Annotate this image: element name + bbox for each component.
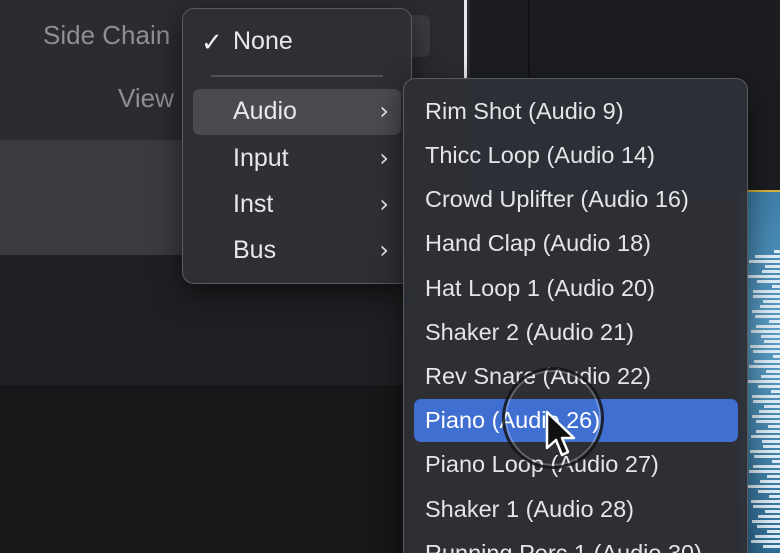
view-label: View <box>118 83 174 113</box>
waveform-bar <box>771 285 780 288</box>
menu-item-none[interactable]: None <box>233 27 293 56</box>
chevron-right-icon: › <box>379 97 389 125</box>
waveform-bar <box>769 320 780 323</box>
playhead-line <box>464 0 467 80</box>
submenu-item[interactable]: Running Perc 1 (Audio 30) <box>425 540 702 553</box>
checkmark-icon: ✓ <box>201 27 223 57</box>
chevron-right-icon: › <box>379 190 389 218</box>
waveform-bar <box>757 385 780 388</box>
waveform-bar <box>750 330 780 333</box>
waveform-bar <box>748 365 780 368</box>
waveform-bar <box>752 295 780 298</box>
waveform-bar <box>764 510 780 513</box>
waveform-bar <box>759 305 780 308</box>
submenu-item[interactable]: Crowd Uplifter (Audio 16) <box>425 186 689 213</box>
waveform-bar <box>763 340 780 343</box>
waveform-bar <box>767 530 780 533</box>
waveform-bar <box>748 380 780 383</box>
waveform-bar <box>762 270 780 273</box>
waveform-bar <box>774 250 780 253</box>
waveform-bar <box>756 325 780 328</box>
waveform-bar <box>752 290 780 293</box>
waveform-bar <box>753 505 780 508</box>
side-chain-menu: ✓ None Audio › Input › Inst › Bus › <box>182 8 412 284</box>
waveform-bar <box>758 410 780 413</box>
waveform-bar <box>765 370 780 373</box>
audio-submenu: Rim Shot (Audio 9) Thicc Loop (Audio 14)… <box>403 78 748 553</box>
waveform-bar <box>762 445 780 448</box>
waveform-bar <box>761 375 780 378</box>
menu-item-inst[interactable]: Inst <box>233 190 273 219</box>
waveform-bar <box>763 405 780 408</box>
waveform-bar <box>752 400 780 403</box>
menu-item-audio-highlight[interactable] <box>193 89 401 135</box>
waveform-bar <box>755 430 780 433</box>
track-divider <box>528 0 530 90</box>
waveform-bar <box>753 350 780 353</box>
waveform-bar <box>752 520 780 523</box>
waveform-bar <box>748 275 780 278</box>
waveform-bar <box>750 345 780 348</box>
waveform-bar <box>754 255 780 258</box>
waveform-bar <box>751 435 780 438</box>
audio-waveform <box>748 250 780 550</box>
menu-item-audio[interactable]: Audio <box>233 97 297 126</box>
submenu-item[interactable]: Rim Shot (Audio 9) <box>425 98 624 125</box>
waveform-bar <box>760 480 780 483</box>
waveform-bar <box>751 540 780 543</box>
waveform-bar <box>766 475 780 478</box>
chevron-right-icon: › <box>379 236 389 264</box>
waveform-bar <box>755 535 780 538</box>
inspector-lower <box>0 385 410 553</box>
waveform-bar <box>763 545 780 548</box>
logic-side-chain-screen: Side Chain View ✓ None Audio › Input › I… <box>0 0 780 553</box>
waveform-bar <box>748 260 780 263</box>
waveform-bar <box>755 315 780 318</box>
waveform-bar <box>762 300 780 303</box>
side-chain-label: Side Chain <box>43 20 171 50</box>
waveform-bar <box>756 525 780 528</box>
submenu-item[interactable]: Shaker 1 (Audio 28) <box>425 496 634 523</box>
chevron-right-icon: › <box>379 144 389 172</box>
submenu-item[interactable]: Thicc Loop (Audio 14) <box>425 142 655 169</box>
waveform-bar <box>771 460 780 463</box>
waveform-bar <box>768 425 780 428</box>
submenu-item[interactable]: Hand Clap (Audio 18) <box>425 230 651 257</box>
waveform-bar <box>770 390 780 393</box>
waveform-bar <box>758 515 780 518</box>
waveform-bar <box>762 440 780 443</box>
waveform-bar <box>752 415 780 418</box>
waveform-bar <box>753 465 780 468</box>
waveform-bar <box>752 310 780 313</box>
mouse-pointer-icon <box>545 410 576 457</box>
waveform-bar <box>755 420 780 423</box>
menu-item-bus[interactable]: Bus <box>233 236 276 265</box>
menu-separator <box>211 75 383 77</box>
waveform-bar <box>751 395 780 398</box>
waveform-bar <box>772 355 780 358</box>
submenu-item[interactable]: Hat Loop 1 (Audio 20) <box>425 275 655 302</box>
waveform-bar <box>749 470 780 473</box>
waveform-bar <box>764 265 780 268</box>
waveform-bar <box>754 455 780 458</box>
waveform-bar <box>754 360 780 363</box>
submenu-item[interactable]: Shaker 2 (Audio 21) <box>425 319 634 346</box>
menu-item-input[interactable]: Input <box>233 144 289 173</box>
waveform-bar <box>751 500 780 503</box>
waveform-bar <box>750 450 780 453</box>
waveform-bar <box>761 335 780 338</box>
waveform-bar <box>769 495 780 498</box>
waveform-bar <box>758 490 780 493</box>
waveform-bar <box>756 280 780 283</box>
waveform-bar <box>748 485 780 488</box>
